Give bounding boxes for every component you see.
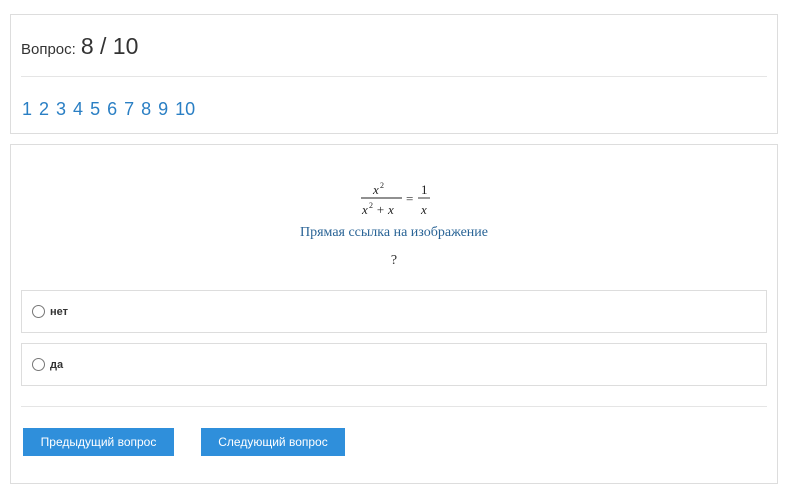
question-link-1[interactable]: 1 — [22, 99, 32, 120]
direct-image-link[interactable]: Прямая ссылка на изображение — [11, 225, 777, 241]
question-header-panel: Вопрос: 8 / 10 1 2 3 4 5 6 7 8 9 10 — [10, 14, 778, 134]
header-divider — [21, 76, 767, 77]
question-indicator: Вопрос: 8 / 10 — [21, 33, 138, 60]
formula-left-denominator-exp: 2 — [369, 201, 373, 210]
formula-right-numerator: 1 — [421, 182, 428, 197]
answer-option-no[interactable]: нет — [21, 290, 767, 333]
question-panel: x 2 x 2 + x = 1 x Прямая ссылка на изобр… — [10, 144, 778, 484]
formula-equals: = — [406, 191, 413, 206]
question-link-9[interactable]: 9 — [158, 99, 168, 120]
answer-radio[interactable] — [32, 358, 45, 371]
answer-radio[interactable] — [32, 305, 45, 318]
question-link-10[interactable]: 10 — [175, 99, 195, 120]
next-question-button[interactable]: Следующий вопрос — [201, 428, 345, 456]
formula-left-denominator: x — [361, 202, 368, 217]
question-link-5[interactable]: 5 — [90, 99, 100, 120]
buttons-divider — [21, 406, 767, 407]
question-link-7[interactable]: 7 — [124, 99, 134, 120]
formula-left-numerator-exp: 2 — [380, 181, 384, 190]
question-link-2[interactable]: 2 — [39, 99, 49, 120]
question-link-3[interactable]: 3 — [56, 99, 66, 120]
question-navigation: 1 2 3 4 5 6 7 8 9 10 — [22, 99, 202, 120]
formula-left-denominator-rest: + x — [376, 202, 394, 217]
question-link-8[interactable]: 8 — [141, 99, 151, 120]
answer-label: да — [50, 358, 64, 371]
formula-left-numerator: x — [372, 182, 379, 197]
question-counter: 8 / 10 — [80, 33, 139, 59]
formula-right-denominator: x — [420, 202, 427, 217]
question-formula: x 2 x 2 + x = 1 x — [359, 179, 431, 221]
question-text: ? — [390, 253, 398, 268]
question-link-4[interactable]: 4 — [73, 99, 83, 120]
answer-label: нет — [50, 305, 69, 318]
answer-option-yes[interactable]: да — [21, 343, 767, 386]
question-link-6[interactable]: 6 — [107, 99, 117, 120]
previous-question-button[interactable]: Предыдущий вопрос — [23, 428, 174, 456]
question-label: Вопрос: — [21, 41, 76, 58]
